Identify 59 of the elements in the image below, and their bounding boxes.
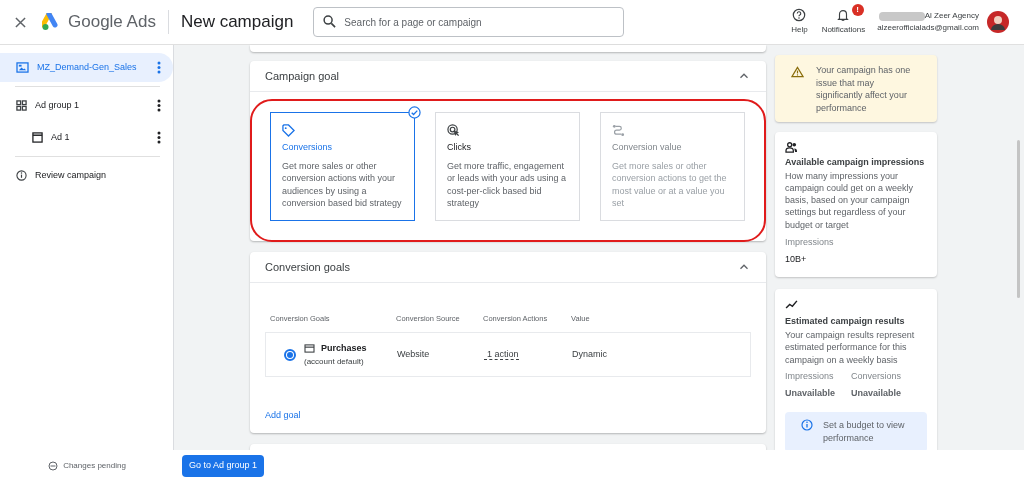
section-title: Conversion goals <box>265 259 350 275</box>
metric-label: Impressions <box>785 236 835 249</box>
avatar-icon[interactable] <box>987 11 1009 33</box>
sidebar-item[interactable]: Review campaign <box>0 161 173 190</box>
grid-icon <box>16 100 27 111</box>
help-button[interactable]: Help <box>791 8 808 36</box>
check-icon <box>408 106 421 119</box>
table-cell-text: Dynamic <box>572 348 607 361</box>
metric-label: Impressions <box>785 370 835 383</box>
add-goal-link[interactable]: Add goal <box>265 410 301 421</box>
scrollbar[interactable] <box>1017 140 1020 298</box>
actions-link[interactable]: 1 action <box>484 348 572 362</box>
status-text: Changes pending <box>63 459 126 472</box>
budget-notice: Set a budget to view performance <box>785 412 927 450</box>
goal-option[interactable]: Clicks Get more traffic, engagement or leads with your ads using a cost-per-click based bid strategy <box>435 112 580 221</box>
goal-option[interactable]: Conversions Get more sales or other conversion actions with your audiences by using a conversion based bid strategy <box>270 112 415 221</box>
warning-icon <box>791 66 804 78</box>
sidebar-item[interactable]: Ad 1 <box>0 123 173 152</box>
table-cell-text: Website <box>397 348 431 361</box>
metric-value: Unavailable <box>785 386 836 400</box>
section-title: Campaign goal <box>265 68 339 84</box>
notification-badge: ! <box>851 4 864 16</box>
account-name: Al Zeer Agency <box>924 10 979 22</box>
page-title: New campaign <box>180 11 294 34</box>
pending-icon <box>48 460 59 471</box>
card-description: Your campaign results represent estimated performance for this campaign on a weekly basis <box>785 328 916 366</box>
search-field[interactable]: Search for a page or campaign <box>313 7 625 37</box>
more-icon[interactable] <box>157 131 161 144</box>
card-title: Available campaign impressions <box>785 156 926 169</box>
route-icon <box>612 124 625 137</box>
bell-icon <box>836 8 851 22</box>
metric-label: Conversions <box>851 370 902 383</box>
image-icon <box>16 62 29 73</box>
search-icon <box>323 15 337 28</box>
tag-icon <box>282 124 295 137</box>
product-name: Google Ads <box>68 11 156 34</box>
card-description: How many impressions your campaign could get on a weekly basis, based on your campaign settings but regardless of your budget or target <box>785 169 915 231</box>
next-button[interactable]: Go to Ad group 1 <box>182 454 265 477</box>
window-icon <box>32 132 43 143</box>
card-icon <box>304 344 315 354</box>
sidebar-item[interactable]: Ad group 1 <box>0 91 173 120</box>
account-email: alzeerofficialads@gmail.com <box>877 22 979 34</box>
goal-note: (account default) <box>304 355 365 368</box>
metric-value: 10B+ <box>785 253 808 267</box>
card-title: Estimated campaign results <box>785 315 906 328</box>
goal-name: Purchases <box>321 342 367 355</box>
sidebar-item[interactable]: MZ_Demand-Gen_Sales <box>0 53 173 82</box>
warning-text: Your campaign has one issue that may significantly affect your performance <box>816 64 912 115</box>
help-icon <box>792 8 807 22</box>
redacted-name <box>878 11 925 21</box>
info-icon <box>16 170 27 181</box>
metric-value: Unavailable <box>851 386 902 400</box>
radio-button[interactable] <box>284 348 296 361</box>
trend-icon <box>785 300 798 309</box>
click-icon <box>447 124 460 137</box>
people-icon <box>785 142 798 153</box>
info-icon <box>801 419 813 431</box>
more-icon[interactable] <box>157 99 161 112</box>
close-icon[interactable] <box>15 16 26 28</box>
